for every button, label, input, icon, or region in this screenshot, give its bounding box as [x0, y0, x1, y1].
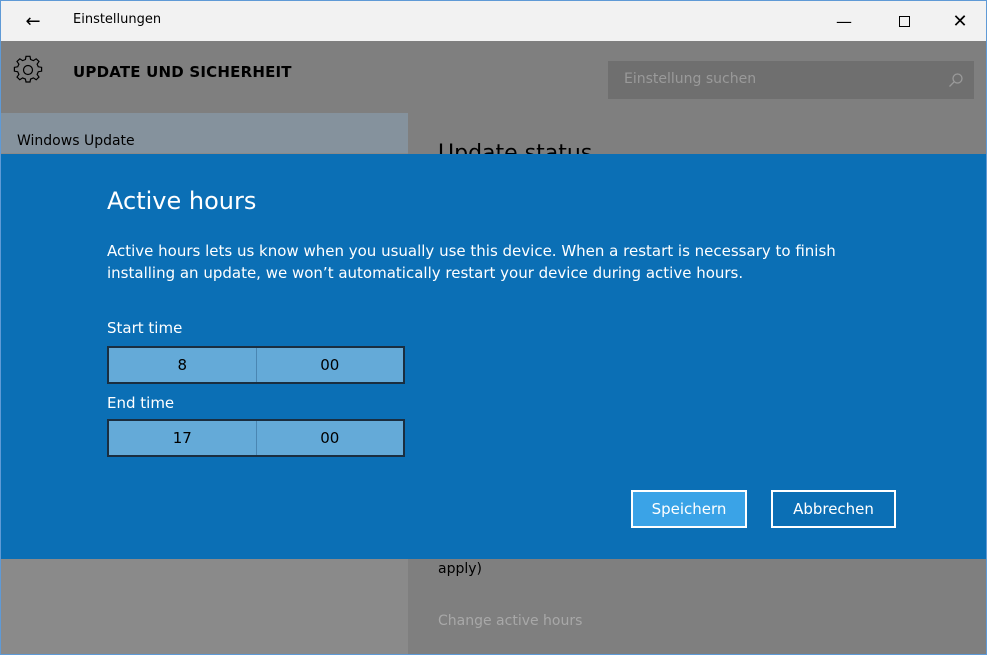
close-icon: ✕ [952, 10, 968, 32]
active-hours-dialog: Active hours Active hours lets us know w… [1, 154, 986, 559]
section-title: UPDATE UND SICHERHEIT [73, 63, 292, 81]
start-time-label: Start time [107, 319, 183, 337]
dialog-title: Active hours [107, 187, 257, 215]
search-placeholder: Einstellung suchen [624, 71, 757, 87]
title-bar: ← Einstellungen — ✕ [1, 1, 986, 41]
sidebar-item-windows-update[interactable]: Windows Update [1, 113, 408, 153]
settings-header: UPDATE UND SICHERHEIT Einstellung suchen [1, 41, 986, 113]
change-active-hours-link[interactable]: Change active hours [438, 613, 582, 629]
maximize-icon [898, 15, 910, 27]
start-hour[interactable]: 8 [109, 348, 256, 382]
search-icon[interactable] [948, 72, 964, 88]
apply-text: apply) [438, 561, 482, 577]
search-input[interactable]: Einstellung suchen [608, 61, 974, 99]
back-button[interactable]: ← [9, 1, 57, 41]
maximize-button[interactable] [881, 1, 927, 41]
save-button[interactable]: Speichern [631, 490, 747, 528]
sidebar-item-label: Windows Update [17, 133, 135, 149]
end-time-label: End time [107, 394, 175, 412]
end-time-picker[interactable]: 17 00 [107, 419, 405, 457]
end-minute[interactable]: 00 [255, 421, 404, 455]
minimize-icon: — [836, 11, 852, 31]
minimize-button[interactable]: — [821, 1, 867, 41]
cancel-button[interactable]: Abbrechen [771, 490, 896, 528]
close-button[interactable]: ✕ [937, 1, 983, 41]
dialog-description: Active hours lets us know when you usual… [107, 242, 836, 282]
start-minute[interactable]: 00 [255, 348, 404, 382]
settings-window: ← Einstellungen — ✕ UPDATE UND SICHERHEI… [0, 0, 987, 655]
start-time-picker[interactable]: 8 00 [107, 346, 405, 384]
gear-icon [13, 55, 43, 83]
window-title: Einstellungen [73, 12, 162, 27]
end-hour[interactable]: 17 [109, 421, 256, 455]
back-arrow-icon: ← [25, 10, 41, 32]
